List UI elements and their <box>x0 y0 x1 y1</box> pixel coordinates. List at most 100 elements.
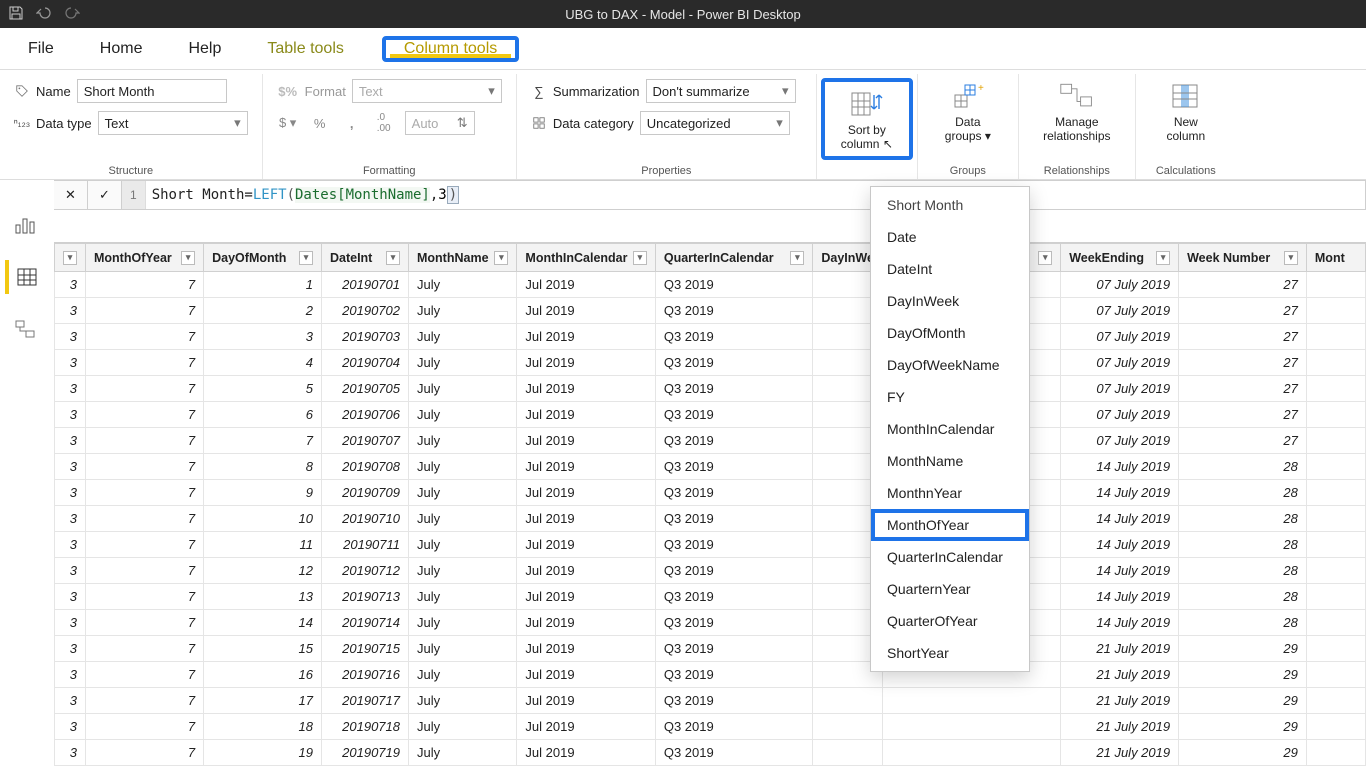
table-row[interactable]: 3 7 9 20190709 July Jul 2019 Q3 2019 14 … <box>55 480 1366 506</box>
ribbon-tabs: File Home Help Table tools Column tools <box>0 28 1366 70</box>
name-label: Name <box>36 84 71 99</box>
summarization-label: Summarization <box>553 84 640 99</box>
table-row[interactable]: 3 7 12 20190712 July Jul 2019 Q3 2019 14… <box>55 558 1366 584</box>
window-title: UBG to DAX - Model - Power BI Desktop <box>565 7 801 22</box>
summarization-select[interactable]: Don't summarize▾ <box>646 79 796 103</box>
sort-menu-item[interactable]: DateInt <box>871 253 1029 285</box>
data-grid[interactable]: ▾MonthOfYear▾DayOfMonth▾DateInt▾MonthNam… <box>54 242 1366 768</box>
new-column-button[interactable]: Newcolumn <box>1150 78 1222 144</box>
table-row[interactable]: 3 7 10 20190710 July Jul 2019 Q3 2019 14… <box>55 506 1366 532</box>
table-row[interactable]: 3 7 7 20190707 July Jul 2019 Q3 2019 07 … <box>55 428 1366 454</box>
format-select[interactable]: Text▾ <box>352 79 502 103</box>
redo-icon[interactable] <box>64 5 80 24</box>
tab-file[interactable]: File <box>20 28 62 69</box>
sort-menu-item[interactable]: FY <box>871 381 1029 413</box>
sort-menu-item[interactable]: ShortYear <box>871 637 1029 669</box>
column-DateInt[interactable]: DateInt▾ <box>321 244 408 272</box>
formula-editor[interactable]: Short Month = LEFT( Dates[MonthName], 3 … <box>146 186 1365 204</box>
table-row[interactable]: 3 7 14 20190714 July Jul 2019 Q3 2019 14… <box>55 610 1366 636</box>
comma-icon[interactable]: , <box>341 112 363 134</box>
table-row[interactable]: 3 7 19 20190719 July Jul 2019 Q3 2019 21… <box>55 740 1366 766</box>
sort-menu-item[interactable]: MonthInCalendar <box>871 413 1029 445</box>
sort-menu-item[interactable]: DayOfWeekName <box>871 349 1029 381</box>
percent-icon[interactable]: % <box>309 112 331 134</box>
group-label-formatting: Formatting <box>263 165 516 177</box>
ribbon-group-sort: Sort bycolumn ↖ <box>817 74 918 179</box>
name-input[interactable]: Short Month <box>77 79 227 103</box>
table-row[interactable]: 3 7 8 20190708 July Jul 2019 Q3 2019 14 … <box>55 454 1366 480</box>
row-selector-header[interactable]: ▾ <box>55 244 86 272</box>
sort-menu-item[interactable]: DayInWeek <box>871 285 1029 317</box>
format-label: Format <box>305 84 346 99</box>
table-row[interactable]: 3 7 13 20190713 July Jul 2019 Q3 2019 14… <box>55 584 1366 610</box>
table-row[interactable]: 3 7 1 20190701 July Jul 2019 Q3 2019 07 … <box>55 272 1366 298</box>
ribbon-body: Name Short Month ⁿ₁₂₃ Data type Text▾ St… <box>0 70 1366 180</box>
formula-bar: ✕ ✓ 1 Short Month = LEFT( Dates[MonthNam… <box>54 180 1366 210</box>
data-groups-button[interactable]: + Datagroups ▾ <box>932 78 1004 144</box>
tab-help[interactable]: Help <box>180 28 229 69</box>
datacategory-select[interactable]: Uncategorized▾ <box>640 111 790 135</box>
sort-menu-item[interactable]: MonthnYear <box>871 477 1029 509</box>
tab-home[interactable]: Home <box>92 28 151 69</box>
undo-icon[interactable] <box>36 5 52 24</box>
manage-relationships-button[interactable]: Managerelationships <box>1033 78 1121 144</box>
column-QuarterInCalendar[interactable]: QuarterInCalendar▾ <box>655 244 813 272</box>
decimals-icon[interactable]: .0.00 <box>373 112 395 134</box>
sort-by-column-menu[interactable]: Short MonthDateDateIntDayInWeekDayOfMont… <box>870 186 1030 672</box>
sort-menu-item[interactable]: QuarterInCalendar <box>871 541 1029 573</box>
tab-column-tools[interactable]: Column tools <box>386 40 515 58</box>
table-row[interactable]: 3 7 15 20190715 July Jul 2019 Q3 2019 21… <box>55 636 1366 662</box>
ribbon-group-formatting: $% Format Text▾ $ ▾ % , .0.00 Auto⇅ Form… <box>263 74 517 179</box>
sort-menu-item[interactable]: DayOfMonth <box>871 317 1029 349</box>
table-row[interactable]: 3 7 5 20190705 July Jul 2019 Q3 2019 07 … <box>55 376 1366 402</box>
sort-menu-item[interactable]: Date <box>871 221 1029 253</box>
new-column-icon <box>1168 80 1204 112</box>
group-label-groups: Groups <box>918 165 1018 177</box>
table-row[interactable]: 3 7 16 20190716 July Jul 2019 Q3 2019 21… <box>55 662 1366 688</box>
column-Mont[interactable]: Mont <box>1306 244 1365 272</box>
save-icon[interactable] <box>8 5 24 24</box>
ribbon-group-structure: Name Short Month ⁿ₁₂₃ Data type Text▾ St… <box>0 74 263 179</box>
sort-column-icon <box>849 88 885 120</box>
sort-menu-item[interactable]: Short Month <box>871 189 1029 221</box>
datatype-select[interactable]: Text▾ <box>98 111 248 135</box>
table-row[interactable]: 3 7 6 20190706 July Jul 2019 Q3 2019 07 … <box>55 402 1366 428</box>
data-view-button[interactable] <box>5 260 45 294</box>
sort-menu-item[interactable]: MonthName <box>871 445 1029 477</box>
category-icon <box>531 115 547 131</box>
column-MonthOfYear[interactable]: MonthOfYear▾ <box>86 244 204 272</box>
datacategory-label: Data category <box>553 116 634 131</box>
view-rail <box>0 182 50 346</box>
table-row[interactable]: 3 7 3 20190703 July Jul 2019 Q3 2019 07 … <box>55 324 1366 350</box>
column-WeekEnding[interactable]: WeekEnding▾ <box>1061 244 1179 272</box>
cancel-formula-button[interactable]: ✕ <box>54 181 88 209</box>
sort-menu-item[interactable]: QuarterOfYear <box>871 605 1029 637</box>
sort-menu-item[interactable]: MonthOfYear <box>871 509 1029 541</box>
group-label-calculations: Calculations <box>1136 165 1236 177</box>
commit-formula-button[interactable]: ✓ <box>88 181 122 209</box>
column-MonthInCalendar[interactable]: MonthInCalendar▾ <box>517 244 655 272</box>
report-view-button[interactable] <box>5 208 45 242</box>
titlebar: UBG to DAX - Model - Power BI Desktop <box>0 0 1366 28</box>
model-view-button[interactable] <box>5 312 45 346</box>
table-row[interactable]: 3 7 17 20190717 July Jul 2019 Q3 2019 21… <box>55 688 1366 714</box>
currency-format-icon: $% <box>277 80 299 102</box>
column-MonthName[interactable]: MonthName▾ <box>409 244 517 272</box>
currency-icon[interactable]: $ ▾ <box>277 112 299 134</box>
relationships-icon <box>1059 80 1095 112</box>
svg-text:+: + <box>978 83 984 94</box>
tab-table-tools[interactable]: Table tools <box>259 28 352 69</box>
column-Week Number[interactable]: Week Number▾ <box>1179 244 1307 272</box>
sigma-icon: ∑ <box>531 83 547 99</box>
column-DayOfMonth[interactable]: DayOfMonth▾ <box>204 244 322 272</box>
decimals-input[interactable]: Auto⇅ <box>405 111 475 135</box>
datatype-label: Data type <box>36 116 92 131</box>
sort-menu-item[interactable]: QuarternYear <box>871 573 1029 605</box>
group-label-structure: Structure <box>0 165 262 177</box>
group-label-relationships: Relationships <box>1019 165 1135 177</box>
table-row[interactable]: 3 7 11 20190711 July Jul 2019 Q3 2019 14… <box>55 532 1366 558</box>
sort-by-column-button[interactable]: Sort bycolumn ↖ <box>831 86 903 152</box>
table-row[interactable]: 3 7 18 20190718 July Jul 2019 Q3 2019 21… <box>55 714 1366 740</box>
table-row[interactable]: 3 7 4 20190704 July Jul 2019 Q3 2019 07 … <box>55 350 1366 376</box>
table-row[interactable]: 3 7 2 20190702 July Jul 2019 Q3 2019 07 … <box>55 298 1366 324</box>
